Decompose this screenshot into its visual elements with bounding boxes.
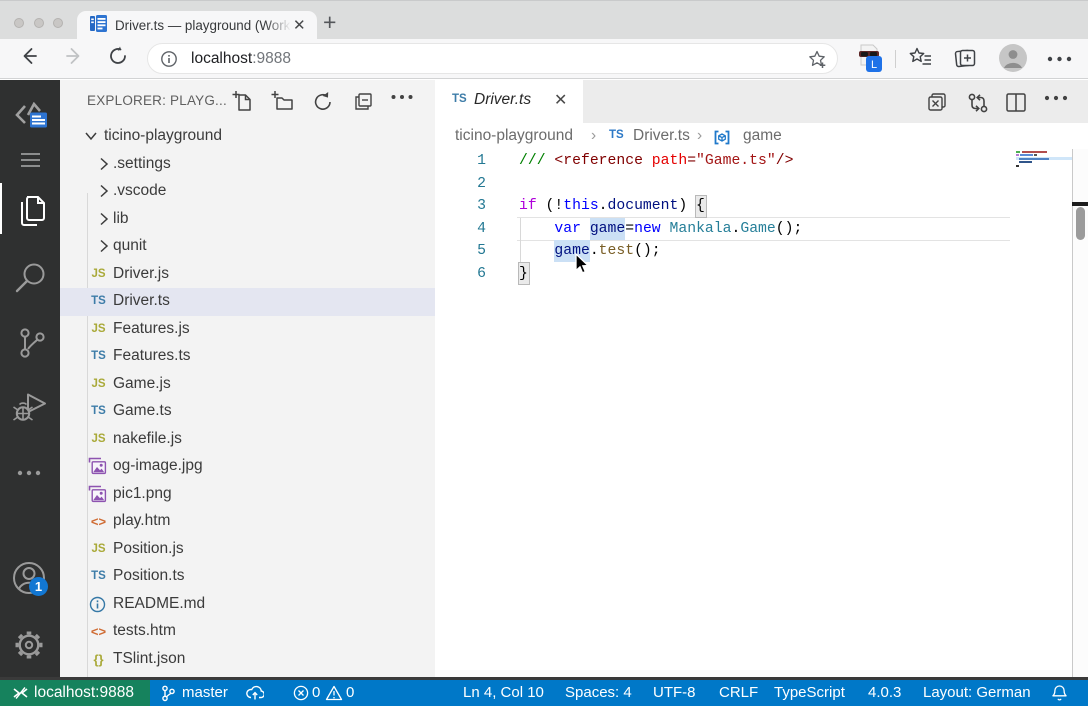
svg-text:1: 1 [35, 579, 42, 594]
svg-text:L: L [871, 59, 877, 71]
